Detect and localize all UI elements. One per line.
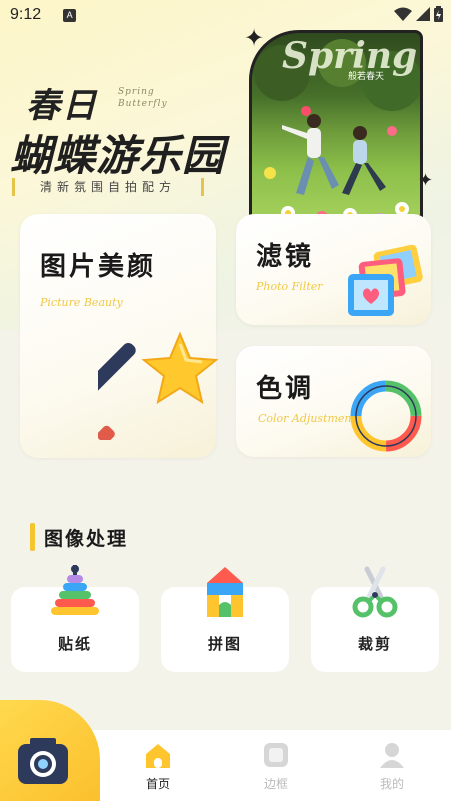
picture-beauty-card[interactable]: 图片美颜 Picture Beauty — [20, 214, 218, 458]
picture-beauty-en: Picture Beauty — [40, 296, 123, 309]
tool-sticker-label: 贴纸 — [57, 635, 92, 653]
nav-home-label: 首页 — [145, 777, 170, 791]
tool-collage-label: 拼图 — [207, 635, 242, 653]
signal-icon — [416, 7, 430, 21]
status-time: 9:12 — [10, 6, 42, 23]
color-adjust-title: 色调 — [256, 374, 315, 404]
section-accent-bar — [30, 523, 35, 551]
nav-frame[interactable]: 边框 — [246, 742, 306, 792]
frame-icon — [264, 743, 288, 767]
color-ring-icon — [350, 380, 422, 452]
color-adjust-en: Color Adjustment — [258, 412, 356, 425]
sparkle-icon: ✦ — [244, 24, 265, 52]
nav-home[interactable]: 首页 — [128, 742, 188, 792]
nav-frame-label: 边框 — [263, 777, 288, 791]
photo-stack-icon — [348, 244, 423, 316]
rainbow-stacker-icon — [51, 565, 99, 615]
status-bar: 9:12 A — [0, 0, 451, 30]
tool-crop-label: 裁剪 — [357, 635, 392, 653]
user-icon — [380, 743, 404, 768]
notification-icon: A — [63, 8, 77, 22]
tool-collage[interactable]: 拼图 — [161, 567, 289, 672]
photo-filter-en: Photo Filter — [256, 280, 323, 293]
tool-crop[interactable]: 裁剪 — [311, 566, 439, 672]
hero-title-line1: 春日 — [26, 86, 98, 126]
color-adjust-card[interactable]: 色调 Color Adjustment — [236, 346, 431, 457]
nav-mine[interactable]: 我的 — [362, 742, 422, 792]
hero-script-title: Spring Butterfly — [118, 87, 168, 109]
hero-photo[interactable]: Spring 般若春天 — [249, 30, 423, 218]
battery-icon — [434, 6, 443, 22]
section-title: 图像处理 — [44, 527, 129, 550]
photo-filter-card[interactable]: 滤镜 Photo Filter — [236, 214, 431, 325]
section-image-processing: 图像处理 — [30, 522, 128, 552]
tool-sticker[interactable]: 贴纸 — [11, 565, 139, 672]
photo-filter-title: 滤镜 — [256, 242, 315, 272]
picture-beauty-title: 图片美颜 — [40, 252, 157, 282]
home-icon — [146, 744, 170, 768]
hero-subtitle: 清新氛围自拍配方 — [12, 178, 204, 196]
hero-title-line2: 蝴蝶游乐园 — [10, 131, 226, 180]
wifi-icon — [394, 7, 412, 21]
magic-wand-icon — [98, 331, 218, 440]
building-blocks-icon — [207, 567, 243, 617]
camera-button[interactable] — [0, 700, 100, 801]
scissors-icon — [352, 566, 398, 618]
photo-subtitle: 般若春天 — [348, 72, 385, 82]
sparkle-icon: ✦ — [418, 170, 434, 191]
camera-icon — [18, 738, 68, 784]
nav-mine-label: 我的 — [379, 777, 404, 791]
